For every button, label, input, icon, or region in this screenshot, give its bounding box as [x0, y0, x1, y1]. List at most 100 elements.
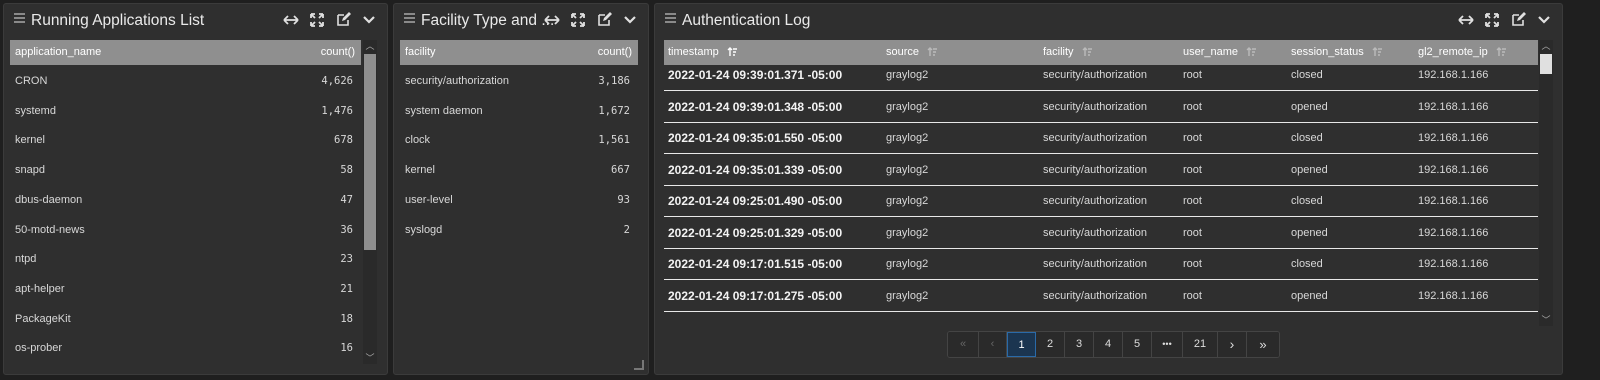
table-row[interactable]: 50-motd-news 36 [10, 221, 361, 241]
table-row[interactable]: syslogd 2 [400, 221, 638, 241]
row-name: kernel [405, 164, 435, 177]
column-label: source [886, 46, 920, 58]
table-row[interactable]: systemd 1,476 [10, 102, 361, 122]
drag-handle-icon[interactable] [404, 17, 415, 19]
page-button-3[interactable]: 3 [1065, 332, 1094, 357]
column-header-count[interactable]: count() [321, 46, 355, 58]
table-row[interactable]: dbus-daemon 47 [10, 191, 361, 211]
previous-page-button[interactable]: ‹ [979, 332, 1007, 357]
scroll-up-icon[interactable]: ︿ [1539, 40, 1553, 52]
chevron-down-icon[interactable] [618, 9, 642, 31]
cell-session-status: closed [1291, 195, 1323, 207]
column-header-application-name[interactable]: application_name [15, 46, 101, 58]
cell-gl2-remote-ip: 192.168.1.166 [1418, 226, 1489, 239]
table-row[interactable]: 2022-01-24 09:17:01.515 -05:00 graylog2 … [664, 249, 1538, 280]
edit-icon[interactable] [331, 9, 355, 31]
column-header-timestamp[interactable]: timestamp [668, 46, 738, 60]
column-header-facility[interactable]: facility [405, 46, 436, 58]
page-ellipsis-button[interactable]: ••• [1152, 332, 1183, 357]
expand-width-icon[interactable] [279, 9, 303, 31]
scroll-down-icon[interactable]: ﹀ [363, 352, 377, 364]
drag-handle-icon[interactable] [665, 17, 676, 19]
table-row[interactable]: user-level 93 [400, 191, 638, 211]
cell-timestamp: 2022-01-24 09:17:01.275 -05:00 [668, 288, 843, 303]
table-row[interactable]: apt-helper 21 [10, 280, 361, 300]
expand-width-icon[interactable] [1454, 9, 1478, 31]
sort-icon[interactable] [927, 47, 938, 60]
row-count: 1,476 [321, 104, 353, 117]
chevron-down-icon[interactable] [1532, 9, 1556, 31]
table-row[interactable]: system daemon 1,672 [400, 102, 638, 122]
fullscreen-icon[interactable] [566, 9, 590, 31]
sort-icon[interactable] [1496, 47, 1507, 60]
page-button-4[interactable]: 4 [1094, 332, 1123, 357]
cell-session-status: closed [1291, 69, 1323, 81]
fullscreen-icon[interactable] [305, 9, 329, 31]
first-page-button[interactable]: « [948, 332, 979, 357]
drag-handle-icon[interactable] [14, 17, 25, 19]
table-row[interactable]: clock 1,561 [400, 131, 638, 151]
table-row[interactable]: security/authorization 3,186 [400, 72, 638, 92]
table-row[interactable]: 2022-01-24 09:39:01.348 -05:00 graylog2 … [664, 92, 1538, 123]
scrollbar-thumb[interactable] [364, 54, 376, 250]
row-count: 23 [340, 253, 353, 266]
table-row[interactable]: 2022-01-24 09:17:01.275 -05:00 graylog2 … [664, 281, 1538, 312]
vertical-scrollbar[interactable]: ︿ ﹀ [1539, 40, 1553, 326]
cell-session-status: closed [1291, 258, 1323, 270]
table-row[interactable]: CRON 4,626 [10, 72, 361, 92]
next-page-button[interactable]: › [1218, 332, 1247, 357]
row-name: dbus-daemon [15, 193, 83, 206]
table-row[interactable]: 2022-01-24 09:39:01.371 -05:00 graylog2 … [664, 60, 1538, 91]
scroll-up-icon[interactable]: ︿ [363, 40, 377, 52]
table-header: application_name count() [10, 40, 361, 65]
column-header-user-name[interactable]: user_name [1183, 46, 1257, 60]
table-row[interactable]: ntpd 23 [10, 250, 361, 270]
scrollbar-thumb[interactable] [1540, 54, 1552, 74]
column-header-gl2-remote-ip[interactable]: gl2_remote_ip [1418, 46, 1507, 60]
table-row[interactable]: 2022-01-24 09:35:01.339 -05:00 graylog2 … [664, 155, 1538, 186]
table-row[interactable]: 2022-01-24 09:25:01.490 -05:00 graylog2 … [664, 186, 1538, 217]
sort-icon[interactable] [1246, 47, 1257, 60]
chevron-down-icon[interactable] [357, 9, 381, 31]
vertical-scrollbar[interactable]: ︿ ﹀ [363, 40, 377, 364]
column-header-session-status[interactable]: session_status [1291, 46, 1383, 60]
edit-icon[interactable] [1506, 9, 1530, 31]
row-count: 2 [623, 223, 630, 236]
fullscreen-icon[interactable] [1480, 9, 1504, 31]
row-name: kernel [15, 134, 45, 147]
table-row[interactable]: PackageKit 18 [10, 310, 361, 330]
panel-title: Running Applications List [31, 12, 205, 29]
table-row[interactable]: kernel 678 [10, 131, 361, 151]
cell-timestamp: 2022-01-24 09:35:01.550 -05:00 [668, 131, 843, 145]
cell-source: graylog2 [886, 195, 929, 207]
page-button-1[interactable]: 1 [1007, 332, 1036, 357]
cell-gl2-remote-ip: 192.168.1.166 [1418, 289, 1489, 302]
sort-icon[interactable] [1082, 47, 1093, 60]
table-row[interactable]: 2022-01-24 09:35:01.550 -05:00 graylog2 … [664, 123, 1538, 154]
column-header-count[interactable]: count() [598, 46, 632, 58]
row-count: 36 [340, 223, 353, 236]
row-count: 4,626 [321, 75, 353, 87]
page-button-2[interactable]: 2 [1036, 332, 1065, 357]
last-page-button[interactable]: » [1247, 332, 1279, 357]
page-button-5[interactable]: 5 [1123, 332, 1152, 357]
page-button-21[interactable]: 21 [1183, 332, 1218, 357]
cell-gl2-remote-ip: 192.168.1.166 [1418, 163, 1489, 176]
edit-icon[interactable] [592, 9, 616, 31]
column-header-source[interactable]: source [886, 46, 938, 60]
cell-facility: security/authorization [1043, 100, 1147, 113]
cell-session-status: opened [1291, 289, 1328, 302]
sort-icon[interactable] [727, 47, 738, 60]
panel-title: Authentication Log [682, 12, 811, 29]
sort-icon[interactable] [1372, 47, 1383, 60]
table-row[interactable]: kernel 667 [400, 161, 638, 181]
row-name: snapd [15, 164, 45, 177]
table-row[interactable]: 2022-01-24 09:25:01.329 -05:00 graylog2 … [664, 218, 1538, 249]
resize-handle-icon[interactable] [634, 360, 644, 370]
expand-width-icon[interactable] [540, 9, 564, 31]
table-row[interactable]: os-prober 16 [10, 339, 361, 359]
row-name: os-prober [15, 342, 63, 355]
scroll-down-icon[interactable]: ﹀ [1539, 314, 1553, 326]
column-header-facility[interactable]: facility [1043, 46, 1093, 60]
table-row[interactable]: snapd 58 [10, 161, 361, 181]
